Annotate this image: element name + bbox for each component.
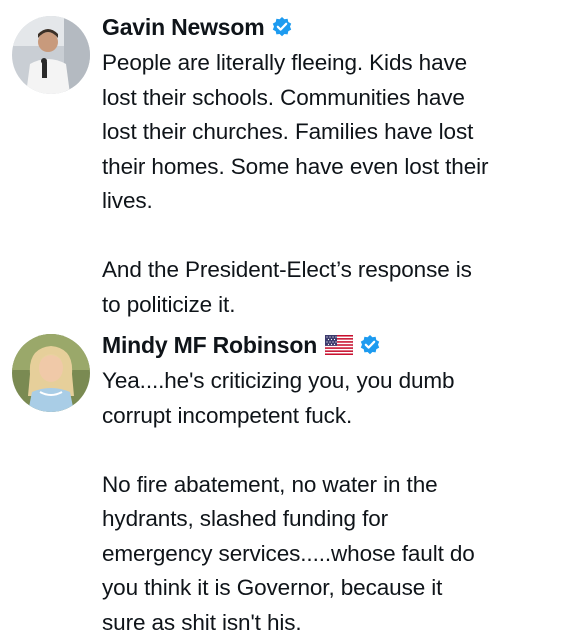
avatar[interactable] bbox=[12, 16, 90, 94]
verified-badge-icon bbox=[359, 334, 381, 356]
author-row: Mindy MF Robinson bbox=[102, 326, 559, 364]
tweet-text: People are literally fleeing. Kids have … bbox=[102, 50, 489, 317]
author-name[interactable]: Gavin Newsom bbox=[102, 14, 265, 41]
us-flag-icon bbox=[324, 334, 354, 356]
tweet-text: Yea....he's criticizing you, you dumb co… bbox=[102, 368, 475, 635]
post-content: Gavin Newsom People are literally fleein… bbox=[102, 8, 559, 322]
verified-badge-icon bbox=[271, 16, 293, 38]
avatar-photo bbox=[12, 16, 90, 94]
avatar-photo bbox=[12, 334, 90, 412]
post-content: Mindy MF Robinson Yea....he's criticizin… bbox=[102, 326, 559, 640]
avatar[interactable] bbox=[12, 334, 90, 412]
author-row: Gavin Newsom bbox=[102, 8, 559, 46]
author-name[interactable]: Mindy MF Robinson bbox=[102, 332, 317, 359]
